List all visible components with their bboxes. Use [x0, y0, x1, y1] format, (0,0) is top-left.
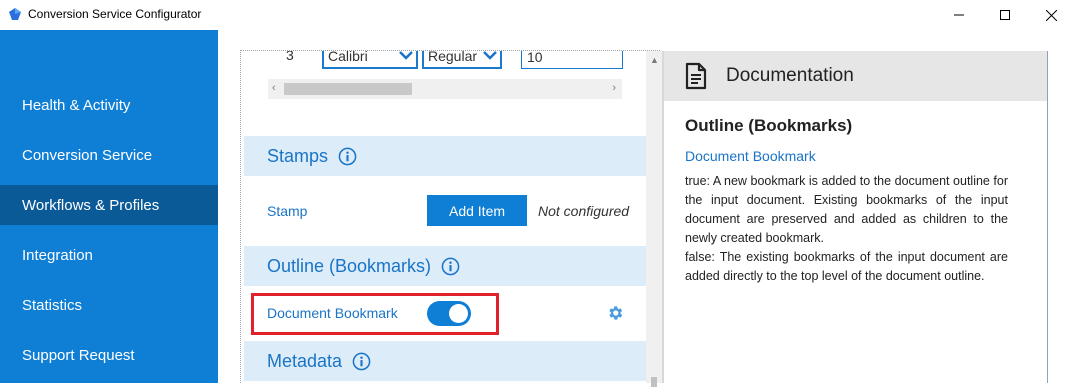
maximize-button[interactable] — [982, 0, 1028, 30]
horizontal-scrollbar[interactable]: ‹ › — [268, 79, 622, 99]
documentation-header: Documentation — [664, 51, 1047, 101]
chevron-down-icon — [399, 51, 413, 60]
sidebar: Health & Activity Conversion Service Wor… — [0, 30, 218, 383]
documentation-title: Documentation — [726, 65, 854, 86]
close-button[interactable] — [1028, 0, 1074, 30]
minimize-icon — [954, 14, 964, 16]
sidebar-item-workflows-profiles[interactable]: Workflows & Profiles — [0, 185, 218, 225]
gear-icon[interactable] — [606, 304, 624, 322]
font-dropdown[interactable]: Calibri — [322, 51, 418, 69]
sidebar-item-integration[interactable]: Integration — [0, 235, 218, 275]
doc-section-heading: Outline (Bookmarks) — [685, 116, 853, 135]
section-title: Stamps — [267, 145, 329, 166]
info-icon[interactable] — [338, 147, 357, 166]
stamp-label: Stamp — [267, 203, 308, 219]
minimize-button[interactable] — [936, 0, 982, 30]
style-dropdown[interactable]: Regular — [422, 51, 502, 69]
documentation-panel: Documentation Outline (Bookmarks) Docume… — [664, 51, 1048, 383]
close-icon — [1045, 9, 1057, 21]
section-title: Metadata — [267, 350, 343, 371]
scroll-left-icon[interactable]: ‹ — [272, 82, 276, 94]
frame-border — [240, 50, 241, 383]
maximize-icon — [1000, 10, 1010, 20]
section-title: Outline (Bookmarks) — [267, 255, 432, 276]
font-size-input[interactable]: 10 — [521, 51, 623, 69]
section-outline-bookmarks: Outline (Bookmarks) — [244, 246, 646, 286]
doc-description: true: A new bookmark is added to the doc… — [685, 172, 1008, 286]
window-title: Conversion Service Configurator — [28, 7, 202, 21]
scroll-right-icon[interactable]: › — [612, 82, 616, 94]
chevron-down-icon — [483, 51, 497, 60]
sidebar-item-conversion-service[interactable]: Conversion Service — [0, 135, 218, 175]
font-dropdown-value: Calibri — [328, 51, 368, 64]
doc-paragraph-true: true: A new bookmark is added to the doc… — [685, 174, 1008, 245]
vertical-scrollbar[interactable]: ▲ — [646, 51, 662, 387]
document-icon — [685, 62, 707, 90]
stamp-status: Not configured — [538, 203, 630, 219]
add-item-button[interactable]: Add Item — [427, 195, 527, 226]
row-number: 3 — [286, 51, 294, 63]
sidebar-item-statistics[interactable]: Statistics — [0, 285, 218, 325]
font-size-value: 10 — [527, 51, 543, 65]
app-logo-icon — [9, 8, 21, 20]
style-dropdown-value: Regular — [428, 51, 478, 64]
profile-form: 3 Calibri Regular 10 ‹ › Stamps Stamp Ad… — [244, 51, 646, 383]
sidebar-item-health-activity[interactable]: Health & Activity — [0, 85, 218, 125]
sidebar-item-support-request[interactable]: Support Request — [0, 335, 218, 375]
scrollbar-thumb[interactable] — [651, 377, 657, 387]
title-bar: Conversion Service Configurator — [0, 0, 1074, 30]
info-icon[interactable] — [441, 257, 460, 276]
doc-paragraph-false: false: The existing bookmarks of the inp… — [685, 250, 1008, 283]
highlight-box — [251, 293, 499, 335]
section-metadata: Metadata — [244, 341, 646, 381]
doc-field-link[interactable]: Document Bookmark — [685, 148, 816, 164]
scroll-up-icon[interactable]: ▲ — [650, 55, 659, 65]
scrollbar-thumb[interactable] — [284, 83, 412, 95]
section-stamps: Stamps — [244, 136, 646, 176]
info-icon[interactable] — [352, 352, 371, 371]
